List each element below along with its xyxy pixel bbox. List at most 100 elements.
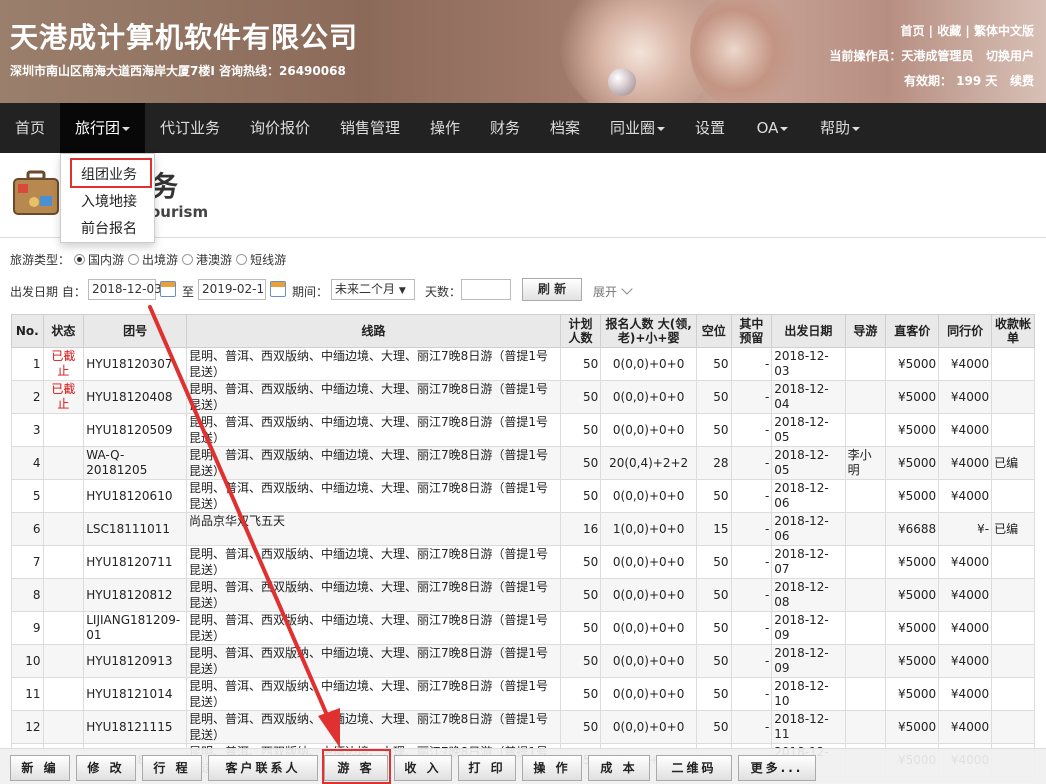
col-plan[interactable]: 计划人数	[559, 314, 602, 348]
traditional-chinese-link[interactable]: 繁体中文版	[974, 24, 1034, 38]
cell-date-text: 2018-12-07	[774, 547, 829, 576]
income-button[interactable]: 收 入	[394, 755, 452, 781]
cell-direct-price: ¥5000	[885, 611, 940, 645]
nav-peer-circle[interactable]: 同业圈	[595, 103, 680, 153]
cost-button[interactable]: 成 本	[588, 755, 650, 781]
table-row[interactable]: 11 HYU18121014 昆明、普洱、西双版纳、中缅边境、大理、丽江7晚8日游（…	[11, 677, 1035, 711]
cell-peer-price: ¥4000	[938, 545, 993, 579]
validity-line: 有效期： 199 天 续费	[904, 72, 1034, 89]
cell-guide	[844, 710, 887, 744]
header-banner: 天港成计算机软件有限公司 深圳市南山区南海大道西海岸大厦7楼I 咨询热线：264…	[0, 0, 1046, 103]
cell-direct-price-text: ¥5000	[898, 356, 937, 371]
new-button[interactable]: 新 编	[10, 755, 70, 781]
expand-toggle[interactable]: 展开	[593, 283, 633, 300]
nav-booking[interactable]: 代订业务	[145, 103, 235, 153]
cell-reserve-text: -	[764, 719, 770, 734]
cell-direct-price-text: ¥5000	[898, 719, 937, 734]
nav-finance[interactable]: 财务	[475, 103, 535, 153]
cell-signed: 0(0,0)+0+0	[600, 677, 697, 711]
cell-reserve: -	[730, 347, 773, 381]
cell-date: 2018-12-03	[771, 347, 846, 381]
cell-no: 2	[11, 380, 44, 414]
itinerary-button[interactable]: 行 程	[142, 755, 202, 781]
nav-operation[interactable]: 操作	[415, 103, 475, 153]
cell-no: 8	[11, 578, 44, 612]
qrcode-button[interactable]: 二维码	[656, 755, 732, 781]
operation-button[interactable]: 操 作	[522, 755, 582, 781]
col-date[interactable]: 出发日期	[771, 314, 846, 348]
col-direct-price[interactable]: 直客价	[885, 314, 940, 348]
favorite-link[interactable]: 收藏	[937, 24, 961, 38]
days-input[interactable]	[461, 279, 511, 300]
nav-label: 档案	[549, 119, 580, 137]
customer-contact-button[interactable]: 客户联系人	[208, 755, 318, 781]
nav-oa[interactable]: OA	[740, 103, 805, 153]
table-row[interactable]: 7 HYU18120711 昆明、普洱、西双版纳、中缅边境、大理、丽江7晚8日游（普…	[11, 545, 1035, 579]
cell-code: HYU18120610	[83, 479, 188, 513]
col-peer-price[interactable]: 同行价	[938, 314, 993, 348]
table-row[interactable]: 8 HYU18120812 昆明、普洱、西双版纳、中缅边境、大理、丽江7晚8日游（普…	[11, 578, 1035, 612]
more-button[interactable]: 更多...	[738, 755, 816, 781]
calendar-icon[interactable]	[160, 281, 176, 297]
nav-inquiry[interactable]: 询价报价	[235, 103, 325, 153]
radio-domestic[interactable]	[74, 254, 86, 265]
cell-vacant: 50	[695, 545, 732, 579]
table-row[interactable]: 6 LSC18111011 尚品京华双飞五天 16 1(0,0)+0+0 15 -2018-…	[11, 512, 1035, 546]
nav-archive[interactable]: 档案	[535, 103, 595, 153]
dropdown-item-front-desk[interactable]: 前台报名	[81, 218, 137, 238]
cell-status	[42, 512, 85, 546]
cell-bill	[991, 545, 1035, 579]
col-vacant[interactable]: 空位	[695, 314, 732, 348]
nav-settings[interactable]: 设置	[680, 103, 740, 153]
col-guide[interactable]: 导游	[844, 314, 887, 348]
table-row[interactable]: 9 LIJIANG181209-01 昆明、普洱、西双版纳、中缅边境、大理、丽江7晚…	[11, 611, 1035, 645]
print-button[interactable]: 打 印	[458, 755, 516, 781]
cell-signed: 0(0,0)+0+0	[600, 611, 697, 645]
radio-hk-macau[interactable]	[182, 254, 194, 265]
highlight-box	[70, 158, 152, 188]
tour-type-filter: 旅游类型： 国内游 出境游 港澳游 短线游	[10, 251, 286, 268]
dropdown-item-inbound[interactable]: 入境地接	[81, 191, 137, 211]
table-row[interactable]: 10 HYU18120913 昆明、普洱、西双版纳、中缅边境、大理、丽江7晚8日游（…	[11, 644, 1035, 678]
renew-link[interactable]: 续费	[1010, 74, 1034, 88]
nav-home[interactable]: 首页	[0, 103, 60, 153]
table-row[interactable]: 2 已截止 HYU18120408 昆明、普洱、西双版纳、中缅边境、大理、丽江7晚8日…	[11, 380, 1035, 414]
cell-vacant-text: 50	[713, 653, 729, 668]
cell-reserve-text: -	[764, 389, 770, 404]
cell-peer-price: ¥4000	[938, 677, 993, 711]
col-status[interactable]: 状态	[42, 314, 85, 348]
cell-no: 6	[11, 512, 44, 546]
date-to-label: 至	[182, 285, 195, 299]
col-signed[interactable]: 报名人数 大(领,老)+小+婴	[600, 314, 697, 348]
refresh-button[interactable]: 刷 新	[522, 278, 582, 301]
col-no[interactable]: No.	[11, 314, 44, 348]
period-select[interactable]: 未来二个月 ▼	[331, 279, 415, 300]
table-row[interactable]: 1 已截止 HYU18120307 昆明、普洱、西双版纳、中缅边境、大理、丽江7晚8日…	[11, 347, 1035, 381]
nav-sales[interactable]: 销售管理	[325, 103, 415, 153]
cell-peer-price: ¥4000	[938, 347, 993, 381]
date-to-input[interactable]: 2019-02-1	[198, 279, 266, 300]
col-reserve[interactable]: 其中预留	[730, 314, 773, 348]
cell-plan-text: 50	[583, 455, 599, 470]
edit-button[interactable]: 修 改	[76, 755, 136, 781]
col-bill[interactable]: 收款帐单	[991, 314, 1035, 348]
radio-outbound[interactable]	[128, 254, 140, 265]
calendar-icon[interactable]	[270, 281, 286, 297]
table-row[interactable]: 12 HYU18121115 昆明、普洱、西双版纳、中缅边境、大理、丽江7晚8日游（…	[11, 710, 1035, 744]
nav-tour-group[interactable]: 旅行团	[60, 103, 145, 153]
cell-code-text: WA-Q-20181205	[86, 448, 148, 477]
date-from-input[interactable]: 2018-12-03	[88, 279, 162, 300]
cell-no-text: 5	[32, 488, 41, 503]
table-row[interactable]: 3 HYU18120509 昆明、普洱、西双版纳、中缅边境、大理、丽江7晚8日游（普…	[11, 413, 1035, 447]
radio-short-trip[interactable]	[236, 254, 248, 265]
col-code[interactable]: 团号	[83, 314, 188, 348]
cell-route: 昆明、普洱、西双版纳、中缅边境、大理、丽江7晚8日游（普提1号昆送）	[186, 347, 561, 381]
col-route[interactable]: 线路	[186, 314, 561, 348]
nav-help[interactable]: 帮助	[805, 103, 875, 153]
switch-user-link[interactable]: 切换用户	[986, 49, 1034, 63]
cell-no: 5	[11, 479, 44, 513]
cell-route-text: 昆明、普洱、西双版纳、中缅边境、大理、丽江7晚8日游（普提1号昆送）	[189, 349, 548, 379]
table-row[interactable]: 5 HYU18120610 昆明、普洱、西双版纳、中缅边境、大理、丽江7晚8日游（普…	[11, 479, 1035, 513]
home-link[interactable]: 首页	[900, 24, 924, 38]
table-row[interactable]: 4 WA-Q-20181205 昆明、普洱、西双版纳、中缅边境、大理、丽江7晚8日游…	[11, 446, 1035, 480]
